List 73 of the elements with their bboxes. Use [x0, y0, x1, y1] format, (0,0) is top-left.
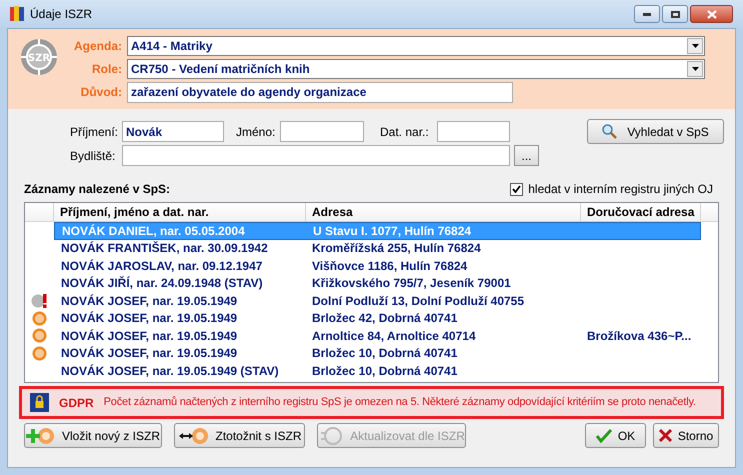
- table-cell-text: Brožíkova 436~P...: [586, 328, 692, 345]
- badge-icon: [32, 310, 47, 326]
- field-label: Příjmení:: [70, 124, 120, 140]
- table-cell-text: NOVÁK JOSEF, nar. 19.05.1949: [60, 310, 238, 328]
- dropdown[interactable]: CR750 - Vedení matričních knih: [127, 58, 705, 78]
- table-cell-text: Křižkovského 795/7, Jeseník 79001: [311, 275, 512, 292]
- field-label: Bydliště:: [70, 148, 116, 164]
- action-button[interactable]: Ztotožnit s ISZR: [174, 423, 305, 448]
- field-label: Jméno:: [236, 124, 276, 140]
- table-row[interactable]: NOVÁK JAROSLAV, nar. 09.12.1947 Višňovce 1186, Hulín 76824: [54, 257, 701, 274]
- action-button[interactable]: Vložit nový z ISZR: [24, 423, 162, 448]
- other-units-checkbox[interactable]: hledat v interním registru jiných OJ: [510, 180, 713, 198]
- disc-icon: [318, 426, 344, 444]
- close-button[interactable]: [690, 5, 733, 23]
- table-cell-text: NOVÁK DANIEL, nar. 05.05.2004: [61, 222, 246, 240]
- table-cell-text: NOVÁK JOSEF, nar. 19.05.1949: [60, 328, 238, 345]
- warning-icon: [30, 294, 48, 308]
- birth-date-field[interactable]: [437, 121, 510, 142]
- table-cell-text: Višňovce 1186, Hulín 76824: [311, 258, 468, 275]
- checkmark-icon: [596, 428, 612, 442]
- padlock-icon: [30, 393, 49, 412]
- column-header[interactable]: Adresa: [306, 203, 581, 221]
- table-cell-text: NOVÁK JOSEF, nar. 19.05.1949: [60, 345, 238, 362]
- action-button[interactable]: OK: [585, 423, 646, 448]
- table-cell-text: NOVÁK JIŘÍ, nar. 24.09.1948 (STAV): [60, 275, 264, 292]
- table-cell-text: Brložec 10, Dobrná 40741: [311, 362, 458, 380]
- browse-button[interactable]: ...: [514, 145, 539, 166]
- badge-icon: [32, 328, 47, 344]
- table-cell-text: NOVÁK JOSEF, nar. 19.05.1949 (STAV): [60, 362, 280, 380]
- search-icon: [602, 124, 618, 139]
- dropdown[interactable]: A414 - Matriky: [127, 36, 705, 56]
- maximize-button[interactable]: [662, 5, 688, 23]
- table-cell-text: Arnoltice 84, Arnoltice 40714: [311, 328, 477, 345]
- table-row[interactable]: NOVÁK JOSEF, nar. 19.05.1949 (STAV) Brložec 10, Dobrná 40741: [54, 362, 701, 380]
- table-row[interactable]: NOVÁK JOSEF, nar. 19.05.1949 Brložec 10, Dobrná 40741: [54, 344, 701, 362]
- close-icon: [658, 429, 672, 442]
- notice-text: Počet záznamů načtených z interního registru SpS je omezen na 5. Některé záznamy odpovídající kritériím se proto nenačetly.: [104, 395, 696, 410]
- table-cell-text: Brložec 10, Dobrná 40741: [311, 345, 458, 362]
- field-label: Role:: [91, 60, 122, 78]
- table-cell-text: Dolní Podluží 13, Dolní Podluží 40755: [311, 292, 526, 310]
- section-title: Záznamy nalezené v SpS:: [24, 181, 170, 198]
- minimize-button[interactable]: [634, 5, 660, 23]
- checkbox[interactable]: [510, 182, 524, 196]
- address-field[interactable]: [122, 145, 510, 166]
- plus-disc-icon: [26, 426, 56, 444]
- window-title: Údaje ISZR: [30, 6, 94, 23]
- table-cell-text: Brložec 42, Dobrná 40741: [311, 310, 458, 328]
- table-cell-text: Kroměřížská 255, Hulín 76824: [311, 240, 482, 258]
- field-label: Agenda:: [73, 38, 122, 54]
- first-name-field[interactable]: [280, 121, 364, 142]
- action-button[interactable]: Storno: [653, 423, 719, 448]
- table-row[interactable]: NOVÁK JOSEF, nar. 19.05.1949 Brložec 42, Dobrná 40741: [54, 310, 701, 327]
- field-label: Důvod:: [80, 84, 122, 101]
- field-label: Dat. nar.:: [380, 124, 430, 140]
- app-icon: [10, 6, 24, 22]
- table-row[interactable]: NOVÁK JIŘÍ, nar. 24.09.1948 (STAV) Křižkovského 795/7, Jeseník 79001: [54, 274, 701, 292]
- reason-field[interactable]: zařazení obyvatele do agendy organizace: [127, 82, 513, 102]
- table-cell-text: NOVÁK FRANTIŠEK, nar. 30.09.1942: [60, 240, 269, 258]
- table-row[interactable]: NOVÁK FRANTIŠEK, nar. 30.09.1942 Kroměřížská 255, Hulín 76824: [54, 240, 701, 257]
- column-header[interactable]: Příjmení, jméno a dat. nar.: [54, 203, 306, 221]
- logo-icon: SZR: [20, 38, 58, 76]
- surname-field[interactable]: Novák: [122, 121, 224, 142]
- table-cell-text: NOVÁK JAROSLAV, nar. 09.12.1947: [60, 258, 264, 275]
- notice-tag: GDPR: [59, 394, 94, 412]
- table-cell-text: U Stavu I. 1077, Hulín 76824: [312, 222, 472, 240]
- table-row[interactable]: NOVÁK JOSEF, nar. 19.05.1949 Dolní Podluží 13, Dolní Podluží 40755: [54, 292, 701, 310]
- close-icon: [706, 10, 716, 18]
- table-row[interactable]: NOVÁK JOSEF, nar. 19.05.1949 Arnoltice 84, Arnoltice 40714 Brožíkova 436~P...: [54, 327, 701, 344]
- badge-icon: [32, 346, 47, 361]
- column-header[interactable]: Doručovací adresa: [581, 203, 701, 221]
- table-cell-text: NOVÁK JOSEF, nar. 19.05.1949: [60, 292, 238, 310]
- arrows-disc-icon: [177, 426, 210, 444]
- search-button[interactable]: Vyhledat v SpS: [587, 119, 724, 144]
